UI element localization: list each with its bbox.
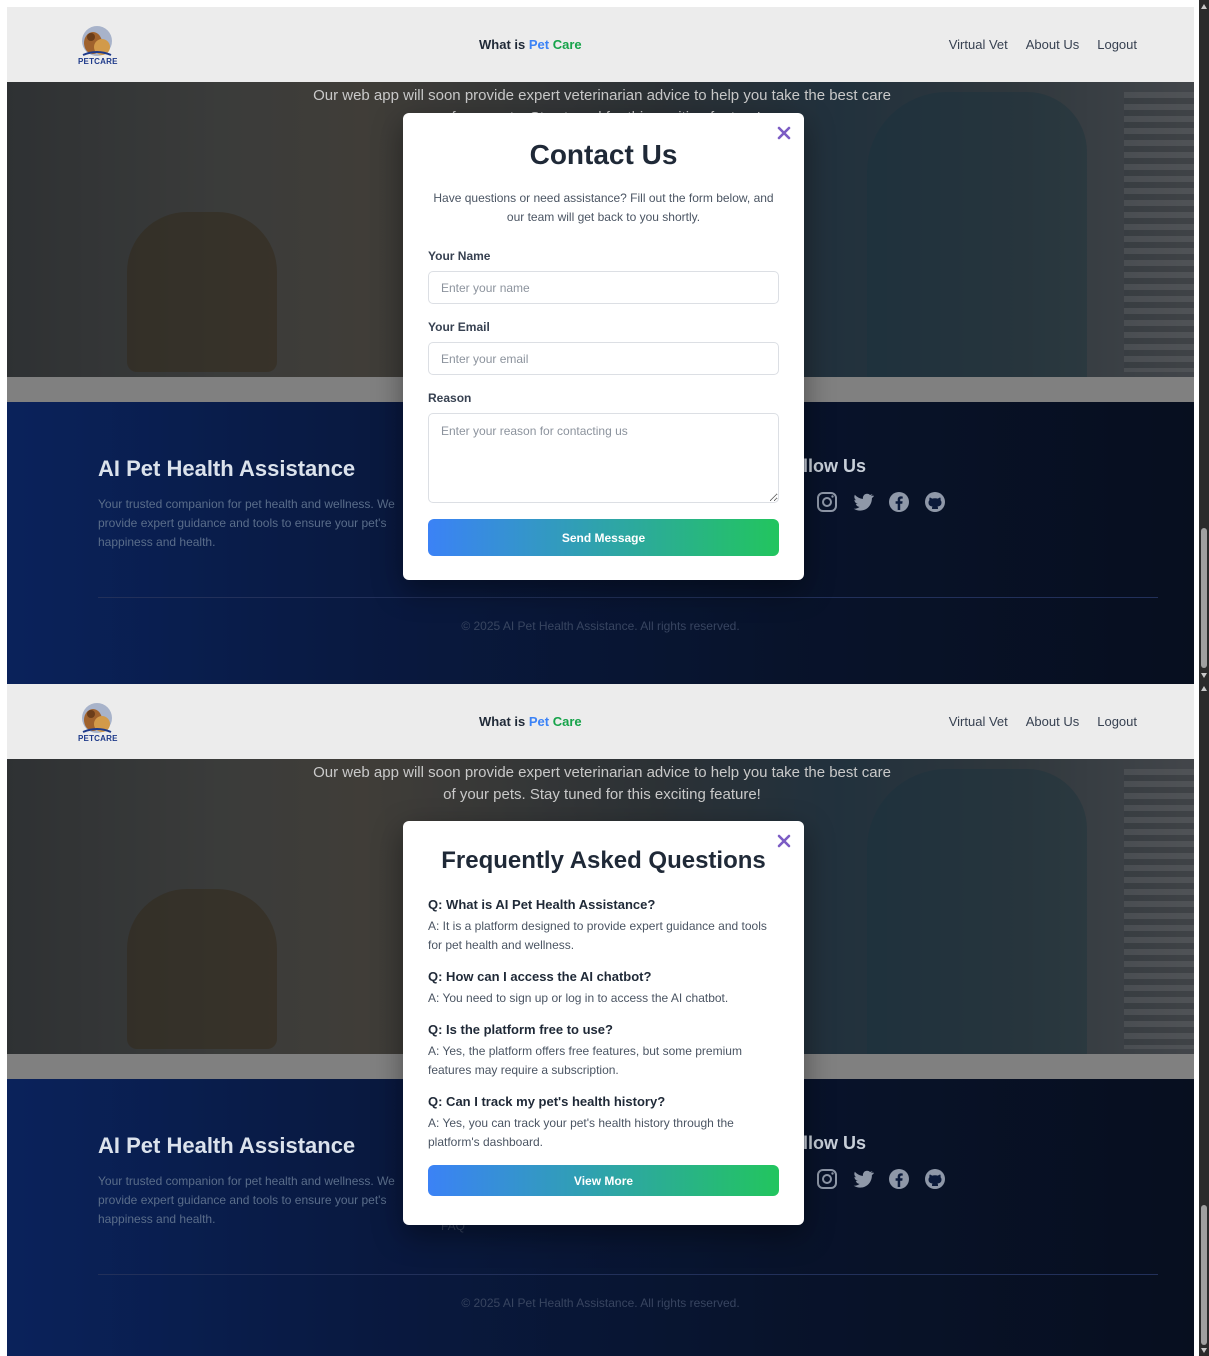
- footer-divider: [98, 597, 1158, 598]
- view-more-button[interactable]: View More: [428, 1165, 779, 1196]
- github-icon[interactable]: [923, 490, 947, 514]
- nav-link-logout[interactable]: Logout: [1097, 714, 1137, 729]
- name-label: Your Name: [428, 249, 491, 263]
- footer-follow-heading: llow Us: [803, 1133, 867, 1153]
- faq-item: Q: What is AI Pet Health Assistance? A: …: [428, 897, 779, 955]
- nav-link-about-us[interactable]: About Us: [1026, 714, 1079, 729]
- scroll-down-arrow-icon[interactable]: [1201, 1348, 1207, 1353]
- nav-link-virtual-vet[interactable]: Virtual Vet: [949, 37, 1008, 52]
- nav-link-logout[interactable]: Logout: [1097, 37, 1137, 52]
- nav-title-prefix: What is: [479, 714, 529, 729]
- modal-subtitle: Have questions or need assistance? Fill …: [433, 191, 774, 224]
- faq-answer: A: It is a platform designed to provide …: [428, 919, 767, 952]
- scrollbar-thumb[interactable]: [1201, 1205, 1207, 1345]
- footer-title: AI Pet Health Assistance: [98, 1133, 356, 1158]
- faq-question: Q: Can I track my pet's health history?: [428, 1094, 666, 1109]
- scroll-up-arrow-icon[interactable]: [1201, 686, 1207, 691]
- nav-title[interactable]: What is Pet Care: [479, 714, 582, 729]
- faq-item: Q: Is the platform free to use? A: Yes, …: [428, 1022, 779, 1080]
- faq-item: Q: Can I track my pet's health history? …: [428, 1094, 779, 1152]
- close-icon[interactable]: [776, 833, 792, 849]
- nav-link-about-us[interactable]: About Us: [1026, 37, 1079, 52]
- screen-contact: PETCARE What is Pet Care Virtual Vet Abo…: [7, 7, 1194, 684]
- nav-title-accent2: Care: [552, 714, 582, 729]
- send-message-button[interactable]: Send Message: [428, 519, 779, 556]
- reason-label: Reason: [428, 391, 472, 405]
- social-icons: [815, 490, 947, 514]
- close-icon[interactable]: [776, 125, 792, 141]
- nav-title[interactable]: What is Pet Care: [479, 37, 582, 52]
- twitter-icon[interactable]: [851, 490, 875, 514]
- navbar: PETCARE What is Pet Care Virtual Vet Abo…: [7, 7, 1194, 82]
- faq-question: Q: How can I access the AI chatbot?: [428, 969, 652, 984]
- footer-follow-heading: llow Us: [803, 456, 867, 476]
- social-icons: [815, 1167, 947, 1191]
- screen-faq: PETCARE What is Pet Care Virtual Vet Abo…: [7, 684, 1194, 1356]
- email-input[interactable]: [428, 342, 779, 375]
- faq-answer: A: Yes, you can track your pet's health …: [428, 1116, 734, 1149]
- name-input[interactable]: [428, 271, 779, 304]
- navbar: PETCARE What is Pet Care Virtual Vet Abo…: [7, 684, 1194, 759]
- facebook-icon[interactable]: [887, 490, 911, 514]
- email-label: Your Email: [428, 320, 490, 334]
- modal-title: Contact Us: [529, 139, 678, 170]
- footer-copyright: © 2025 AI Pet Health Assistance. All rig…: [461, 1296, 740, 1310]
- instagram-icon[interactable]: [815, 1167, 839, 1191]
- faq-item: Q: How can I access the AI chatbot? A: Y…: [428, 969, 779, 1008]
- twitter-icon[interactable]: [851, 1167, 875, 1191]
- nav-links: Virtual Vet About Us Logout: [949, 714, 1137, 729]
- footer-copyright: © 2025 AI Pet Health Assistance. All rig…: [461, 619, 740, 633]
- nav-title-accent: Pet: [528, 714, 550, 729]
- scrollbar-thumb[interactable]: [1201, 528, 1207, 668]
- logo-text: PETCARE: [78, 57, 118, 66]
- scroll-down-arrow-icon[interactable]: [1201, 673, 1207, 678]
- instagram-icon[interactable]: [815, 490, 839, 514]
- faq-modal: Frequently Asked Questions Q: What is AI…: [403, 821, 804, 1225]
- footer-description: Your trusted companion for pet health an…: [98, 497, 395, 549]
- footer-description: Your trusted companion for pet health an…: [98, 1174, 395, 1226]
- nav-title-accent: Pet: [528, 37, 550, 52]
- faq-question: Q: Is the platform free to use?: [428, 1022, 613, 1037]
- nav-links: Virtual Vet About Us Logout: [949, 37, 1137, 52]
- faq-answer: A: Yes, the platform offers free feature…: [428, 1044, 742, 1077]
- contact-modal: Contact Us Have questions or need assist…: [403, 113, 804, 580]
- facebook-icon[interactable]: [887, 1167, 911, 1191]
- hero-text: Our web app will soon provide expert vet…: [313, 764, 891, 803]
- github-icon[interactable]: [923, 1167, 947, 1191]
- nav-title-accent2: Care: [552, 37, 582, 52]
- modal-title: Frequently Asked Questions: [441, 847, 766, 874]
- faq-answer: A: You need to sign up or log in to acce…: [428, 991, 729, 1005]
- scrollbar[interactable]: [1199, 0, 1209, 1356]
- nav-title-prefix: What is: [479, 37, 529, 52]
- reason-textarea[interactable]: [428, 413, 779, 503]
- nav-link-virtual-vet[interactable]: Virtual Vet: [949, 714, 1008, 729]
- faq-question: Q: What is AI Pet Health Assistance?: [428, 897, 656, 912]
- logo-text: PETCARE: [78, 734, 118, 743]
- footer-divider: [98, 1274, 1158, 1275]
- footer-title: AI Pet Health Assistance: [98, 456, 356, 481]
- scroll-up-arrow-icon[interactable]: [1201, 4, 1207, 9]
